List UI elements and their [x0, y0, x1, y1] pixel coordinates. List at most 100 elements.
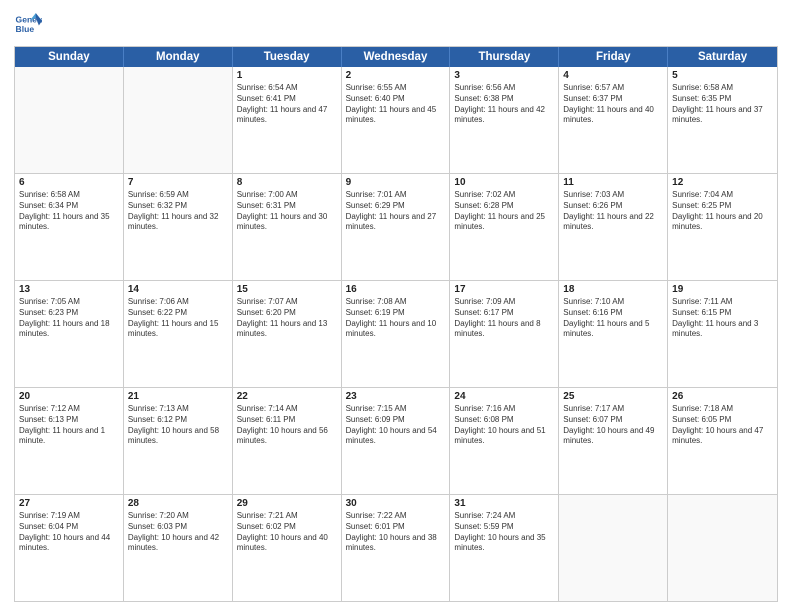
cal-cell: 18Sunrise: 7:10 AM Sunset: 6:16 PM Dayli…	[559, 281, 668, 387]
calendar-header: SundayMondayTuesdayWednesdayThursdayFrid…	[15, 47, 777, 67]
day-info: Sunrise: 7:06 AM Sunset: 6:22 PM Dayligh…	[128, 297, 228, 340]
day-number: 10	[454, 177, 554, 188]
cal-cell: 22Sunrise: 7:14 AM Sunset: 6:11 PM Dayli…	[233, 388, 342, 494]
week-row-5: 27 Sunrise: 7:19 AM Sunset: 6:04 PM Dayli…	[15, 495, 777, 601]
week-row-2: 6 Sunrise: 6:58 AM Sunset: 6:34 PM Daylig…	[15, 174, 777, 281]
day-info: Sunrise: 6:57 AM Sunset: 6:37 PM Dayligh…	[563, 83, 663, 126]
day-info: Sunrise: 7:13 AM Sunset: 6:12 PM Dayligh…	[128, 404, 228, 447]
day-info: Sunrise: 6:55 AM Sunset: 6:40 PM Dayligh…	[346, 83, 446, 126]
day-number: 25	[563, 391, 663, 402]
header-day-saturday: Saturday	[668, 47, 777, 67]
day-number: 23	[346, 391, 446, 402]
day-info: Sunrise: 7:18 AM Sunset: 6:05 PM Dayligh…	[672, 404, 773, 447]
cal-cell: 9 Sunrise: 7:01 AM Sunset: 6:29 PM Daylig…	[342, 174, 451, 280]
day-number: 6	[19, 177, 119, 188]
day-number: 9	[346, 177, 446, 188]
cal-cell: 20 Sunrise: 7:12 AM Sunset: 6:13 PM Dayli…	[15, 388, 124, 494]
header-day-friday: Friday	[559, 47, 668, 67]
day-number: 3	[454, 70, 554, 81]
cal-cell: 7 Sunrise: 6:59 AM Sunset: 6:32 PM Daylig…	[124, 174, 233, 280]
cal-cell: 2 Sunrise: 6:55 AM Sunset: 6:40 PM Daylig…	[342, 67, 451, 173]
week-row-1: 1 Sunrise: 6:54 AM Sunset: 6:41 PM Daylig…	[15, 67, 777, 174]
cal-cell: 31 Sunrise: 7:24 AM Sunset: 5:59 PM Dayli…	[450, 495, 559, 601]
day-info: Sunrise: 7:00 AM Sunset: 6:31 PM Dayligh…	[237, 190, 337, 233]
day-number: 19	[672, 284, 773, 295]
day-info: Sunrise: 7:07 AM Sunset: 6:20 PM Dayligh…	[237, 297, 337, 340]
day-number: 7	[128, 177, 228, 188]
cal-cell: 13 Sunrise: 7:05 AM Sunset: 6:23 PM Dayli…	[15, 281, 124, 387]
day-info: Sunrise: 7:02 AM Sunset: 6:28 PM Dayligh…	[454, 190, 554, 233]
day-info: Sunrise: 6:54 AM Sunset: 6:41 PM Dayligh…	[237, 83, 337, 126]
day-number: 29	[237, 498, 337, 509]
cal-cell: 3 Sunrise: 6:56 AM Sunset: 6:38 PM Daylig…	[450, 67, 559, 173]
day-info: Sunrise: 6:58 AM Sunset: 6:35 PM Dayligh…	[672, 83, 773, 126]
day-number: 21	[128, 391, 228, 402]
cal-cell: 24 Sunrise: 7:16 AM Sunset: 6:08 PM Dayli…	[450, 388, 559, 494]
header-day-thursday: Thursday	[450, 47, 559, 67]
day-info: Sunrise: 7:05 AM Sunset: 6:23 PM Dayligh…	[19, 297, 119, 340]
day-number: 12	[672, 177, 773, 188]
logo: General Blue	[14, 10, 42, 38]
day-number: 13	[19, 284, 119, 295]
cal-cell: 10 Sunrise: 7:02 AM Sunset: 6:28 PM Dayli…	[450, 174, 559, 280]
day-info: Sunrise: 7:03 AM Sunset: 6:26 PM Dayligh…	[563, 190, 663, 233]
cal-cell: 21 Sunrise: 7:13 AM Sunset: 6:12 PM Dayli…	[124, 388, 233, 494]
day-info: Sunrise: 7:24 AM Sunset: 5:59 PM Dayligh…	[454, 511, 554, 554]
day-info: Sunrise: 7:20 AM Sunset: 6:03 PM Dayligh…	[128, 511, 228, 554]
day-info: Sunrise: 7:19 AM Sunset: 6:04 PM Dayligh…	[19, 511, 119, 554]
day-number: 2	[346, 70, 446, 81]
day-number: 18	[563, 284, 663, 295]
day-info: Sunrise: 7:17 AM Sunset: 6:07 PM Dayligh…	[563, 404, 663, 447]
week-row-3: 13 Sunrise: 7:05 AM Sunset: 6:23 PM Dayli…	[15, 281, 777, 388]
day-number: 5	[672, 70, 773, 81]
svg-text:Blue: Blue	[16, 24, 35, 34]
day-number: 4	[563, 70, 663, 81]
day-info: Sunrise: 7:04 AM Sunset: 6:25 PM Dayligh…	[672, 190, 773, 233]
cal-cell	[124, 67, 233, 173]
header-day-sunday: Sunday	[15, 47, 124, 67]
calendar: SundayMondayTuesdayWednesdayThursdayFrid…	[14, 46, 778, 602]
day-number: 26	[672, 391, 773, 402]
day-info: Sunrise: 6:58 AM Sunset: 6:34 PM Dayligh…	[19, 190, 119, 233]
cal-cell: 19 Sunrise: 7:11 AM Sunset: 6:15 PM Dayli…	[668, 281, 777, 387]
day-info: Sunrise: 7:12 AM Sunset: 6:13 PM Dayligh…	[19, 404, 119, 447]
cal-cell: 27 Sunrise: 7:19 AM Sunset: 6:04 PM Dayli…	[15, 495, 124, 601]
cal-cell: 17 Sunrise: 7:09 AM Sunset: 6:17 PM Dayli…	[450, 281, 559, 387]
header: General Blue	[14, 10, 778, 38]
day-info: Sunrise: 7:09 AM Sunset: 6:17 PM Dayligh…	[454, 297, 554, 340]
day-info: Sunrise: 7:11 AM Sunset: 6:15 PM Dayligh…	[672, 297, 773, 340]
day-number: 22	[237, 391, 337, 402]
week-row-4: 20 Sunrise: 7:12 AM Sunset: 6:13 PM Dayli…	[15, 388, 777, 495]
cal-cell	[668, 495, 777, 601]
cal-cell: 8 Sunrise: 7:00 AM Sunset: 6:31 PM Daylig…	[233, 174, 342, 280]
day-number: 17	[454, 284, 554, 295]
header-day-tuesday: Tuesday	[233, 47, 342, 67]
day-number: 24	[454, 391, 554, 402]
day-number: 31	[454, 498, 554, 509]
day-number: 27	[19, 498, 119, 509]
day-number: 1	[237, 70, 337, 81]
day-number: 14	[128, 284, 228, 295]
day-info: Sunrise: 7:16 AM Sunset: 6:08 PM Dayligh…	[454, 404, 554, 447]
day-info: Sunrise: 7:01 AM Sunset: 6:29 PM Dayligh…	[346, 190, 446, 233]
day-number: 20	[19, 391, 119, 402]
day-number: 15	[237, 284, 337, 295]
day-info: Sunrise: 7:15 AM Sunset: 6:09 PM Dayligh…	[346, 404, 446, 447]
day-info: Sunrise: 7:22 AM Sunset: 6:01 PM Dayligh…	[346, 511, 446, 554]
page: General Blue SundayMondayTuesdayWednesda…	[0, 0, 792, 612]
cal-cell: 25 Sunrise: 7:17 AM Sunset: 6:07 PM Dayli…	[559, 388, 668, 494]
day-number: 30	[346, 498, 446, 509]
day-number: 11	[563, 177, 663, 188]
cal-cell: 12 Sunrise: 7:04 AM Sunset: 6:25 PM Dayli…	[668, 174, 777, 280]
cal-cell: 14 Sunrise: 7:06 AM Sunset: 6:22 PM Dayli…	[124, 281, 233, 387]
day-number: 8	[237, 177, 337, 188]
cal-cell: 26 Sunrise: 7:18 AM Sunset: 6:05 PM Dayli…	[668, 388, 777, 494]
cal-cell: 23 Sunrise: 7:15 AM Sunset: 6:09 PM Dayli…	[342, 388, 451, 494]
day-info: Sunrise: 7:21 AM Sunset: 6:02 PM Dayligh…	[237, 511, 337, 554]
day-number: 28	[128, 498, 228, 509]
day-info: Sunrise: 6:56 AM Sunset: 6:38 PM Dayligh…	[454, 83, 554, 126]
cal-cell: 5 Sunrise: 6:58 AM Sunset: 6:35 PM Daylig…	[668, 67, 777, 173]
cal-cell: 15 Sunrise: 7:07 AM Sunset: 6:20 PM Dayli…	[233, 281, 342, 387]
day-info: Sunrise: 6:59 AM Sunset: 6:32 PM Dayligh…	[128, 190, 228, 233]
cal-cell: 6 Sunrise: 6:58 AM Sunset: 6:34 PM Daylig…	[15, 174, 124, 280]
